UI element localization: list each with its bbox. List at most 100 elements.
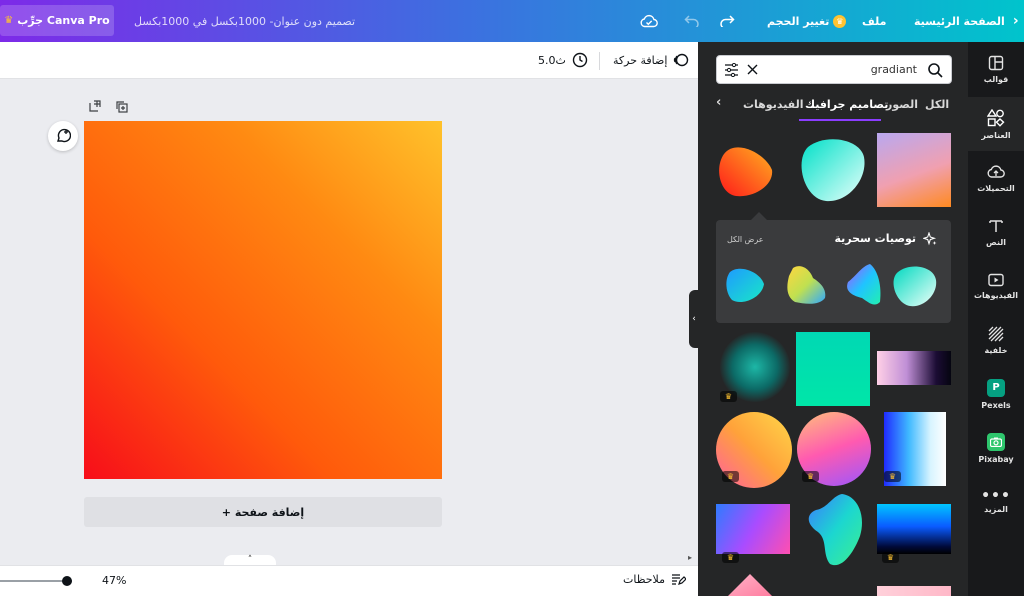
graphic-pink-dark-strip[interactable] — [877, 351, 951, 385]
search-icon — [928, 63, 943, 78]
graphic-teal-wave[interactable] — [802, 492, 866, 570]
pexels-icon: P — [987, 378, 1005, 397]
graphic-blue-night-rect[interactable] — [877, 504, 951, 554]
sidebar-item-label: النص — [986, 237, 1006, 247]
sidebar-item-background[interactable]: خلفية — [968, 313, 1024, 367]
top-bar: ♛ جرِّب Canva Pro تصميم دون عنوان- 1000ب… — [0, 0, 1024, 42]
layout-icon — [988, 55, 1004, 70]
animate-button[interactable]: إضافة حركة — [613, 52, 689, 68]
crown-icon: ♛ — [833, 14, 847, 28]
document-title[interactable]: تصميم دون عنوان- 1000بكسل في 1000بكسل — [134, 0, 355, 42]
graphic-gradient-square[interactable] — [877, 133, 951, 207]
filter-icon[interactable] — [724, 63, 739, 77]
comment-icon[interactable] — [48, 121, 78, 151]
resize-button[interactable]: تغيير الحجم ♛ — [767, 0, 847, 42]
notes-button[interactable]: ملاحظات — [623, 573, 686, 586]
sidebar-item-label: Pexels — [981, 400, 1011, 410]
see-all-link[interactable]: عرض الكل — [727, 235, 764, 244]
tab-graphics[interactable]: تصاميم جرافيك — [805, 98, 888, 111]
sidebar-item-text[interactable]: النص — [968, 205, 1024, 259]
close-icon[interactable] — [747, 64, 758, 75]
active-tab-indicator — [799, 119, 881, 121]
search-query: gradiant — [870, 63, 917, 76]
try-pro-button[interactable]: ♛ جرِّب Canva Pro — [0, 5, 114, 36]
home-link[interactable]: الصفحة الرئيسية › — [914, 0, 1019, 42]
sidebar-item-more[interactable]: ••• المزيد — [968, 475, 1024, 529]
sidebar-item-uploads[interactable]: التحميلات — [968, 151, 1024, 205]
sidebar-item-label: قوالب — [983, 74, 1009, 84]
tab-all[interactable]: الكل — [925, 98, 949, 111]
sidebar-item-pexels[interactable]: P Pexels — [968, 367, 1024, 421]
pro-crown-icon: ♛ — [884, 471, 901, 482]
tab-videos[interactable]: الفيديوهات — [743, 98, 804, 111]
sidebar-item-label: الفيديوهات — [974, 290, 1018, 300]
animate-label: إضافة حركة — [613, 53, 668, 67]
pixabay-icon — [987, 432, 1005, 451]
notes-icon — [672, 574, 686, 585]
graphic-mint-square[interactable] — [796, 332, 870, 406]
pro-crown-icon: ♛ — [722, 471, 739, 482]
chevron-right-icon: › — [1012, 13, 1019, 29]
sidebar-item-label: التحميلات — [977, 183, 1015, 193]
zoom-level[interactable]: 47% — [102, 574, 126, 587]
sidebar-item-label: Pixabay — [978, 454, 1014, 464]
cloud-upload-icon — [987, 164, 1005, 178]
file-menu[interactable]: ملف — [862, 0, 886, 42]
pro-crown-icon: ♛ — [882, 552, 899, 563]
toolbar-divider — [599, 52, 600, 70]
magic-recommendations: توصيات سحرية عرض الكل — [716, 220, 951, 323]
pro-crown-icon: ♛ — [722, 552, 739, 563]
magic-blob-1[interactable] — [892, 264, 938, 308]
popover-arrow — [751, 212, 767, 220]
magic-blob-4[interactable] — [726, 266, 768, 306]
search-input[interactable]: gradiant — [716, 55, 952, 84]
resize-label: تغيير الحجم — [767, 14, 830, 28]
tab-photos[interactable]: الصور — [886, 98, 918, 111]
sidebar-item-elements[interactable]: العناصر — [968, 97, 1024, 151]
sidebar-item-label: المزيد — [984, 504, 1008, 514]
duration-button[interactable]: 5.0ث — [538, 52, 588, 68]
shapes-icon — [987, 108, 1005, 127]
chevron-left-icon: ‹ — [692, 314, 696, 324]
sidebar-item-pixabay[interactable]: Pixabay — [968, 421, 1024, 475]
video-icon — [988, 273, 1004, 286]
pro-crown-icon: ♛ — [720, 391, 737, 402]
left-nav-sidebar: قوالب العناصر التحميلات النص الفيديوهات … — [968, 42, 1024, 596]
text-icon — [989, 219, 1003, 232]
graphic-orange-blob[interactable] — [716, 140, 774, 198]
try-pro-label: جرِّب Canva Pro — [17, 14, 110, 27]
graphic-pink-triangle[interactable] — [728, 574, 772, 596]
editor-toolbar: 5.0ث إضافة حركة — [0, 42, 698, 79]
pattern-icon — [988, 326, 1004, 341]
magic-blob-2[interactable] — [840, 262, 884, 310]
redo-icon[interactable] — [717, 11, 737, 31]
magic-title: توصيات سحرية — [834, 232, 916, 245]
zoom-slider-handle[interactable] — [62, 576, 72, 586]
sidebar-item-videos[interactable]: الفيديوهات — [968, 259, 1024, 313]
sidebar-item-label: العناصر — [981, 130, 1011, 140]
more-icon: ••• — [981, 487, 1011, 504]
footer-bar: 47% ملاحظات — [0, 565, 698, 596]
design-page[interactable] — [84, 121, 442, 479]
sparkle-icon — [921, 231, 937, 249]
sidebar-item-label: خلفية — [984, 345, 1008, 355]
graphic-pink-strip[interactable] — [877, 586, 951, 596]
undo-icon[interactable] — [682, 11, 702, 31]
elements-panel: gradiant الكل الصور تصاميم جرافيك الفيدي… — [698, 42, 968, 596]
sidebar-item-templates[interactable]: قوالب — [968, 42, 1024, 96]
clock-icon — [572, 52, 588, 68]
add-page-button[interactable]: + إضافة صفحة — [84, 497, 442, 527]
add-element-icon[interactable] — [88, 100, 101, 116]
chevron-left-icon[interactable]: ‹ — [716, 95, 721, 110]
magic-blob-3[interactable] — [783, 264, 829, 308]
cloud-save-icon[interactable] — [639, 11, 659, 31]
scroll-right-icon[interactable]: ▸ — [688, 553, 692, 562]
notes-label: ملاحظات — [623, 573, 665, 586]
duplicate-page-icon[interactable] — [115, 100, 129, 117]
animate-icon — [674, 53, 689, 67]
home-label: الصفحة الرئيسية — [914, 14, 1005, 28]
crown-icon: ♛ — [4, 15, 14, 26]
graphic-teal-blob[interactable] — [798, 137, 868, 203]
graphic-purple-pink-rect[interactable] — [716, 504, 790, 554]
duration-label: 5.0ث — [538, 53, 566, 67]
